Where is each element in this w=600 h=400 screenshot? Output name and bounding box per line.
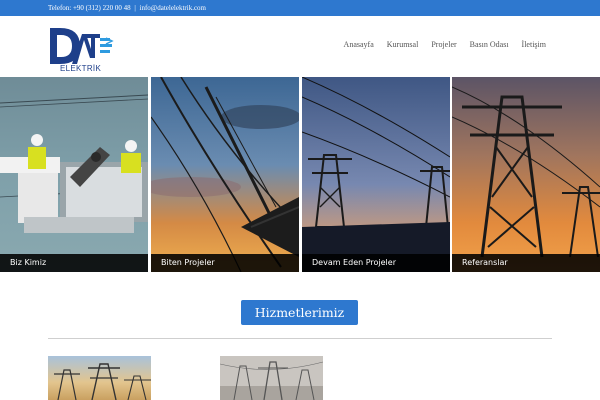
- power-lines-image: [151, 77, 299, 272]
- site-logo[interactable]: ELEKTRİK: [46, 24, 116, 74]
- tile-caption: Referanslar: [452, 254, 600, 272]
- nav-item-anasayfa[interactable]: Anasayfa: [344, 40, 374, 49]
- service-image-2: [220, 356, 323, 400]
- nav-item-kurumsal[interactable]: Kurumsal: [387, 40, 419, 49]
- tile-referanslar[interactable]: Referanslar: [452, 77, 600, 272]
- tile-caption: Biten Projeler: [151, 254, 299, 272]
- section-divider: [48, 338, 552, 339]
- tile-caption: Devam Eden Projeler: [302, 254, 450, 272]
- tile-devam-eden-projeler[interactable]: Devam Eden Projeler: [302, 77, 450, 272]
- service-thumb-2[interactable]: [220, 356, 323, 400]
- nav-item-basin-odasi[interactable]: Basın Odası: [470, 40, 509, 49]
- services-title-button[interactable]: Hizmetlerimiz: [241, 300, 358, 325]
- site-header: ELEKTRİK Anasayfa Kurumsal Projeler Bası…: [0, 16, 600, 77]
- logo-subtitle: ELEKTRİK: [60, 64, 102, 73]
- tile-biten-projeler[interactable]: Biten Projeler: [151, 77, 299, 272]
- pylons-sunset-image: [452, 77, 600, 272]
- email-link[interactable]: info@datelelektrik.com: [140, 4, 207, 12]
- nav-item-projeler[interactable]: Projeler: [431, 40, 456, 49]
- workers-image: [0, 77, 148, 272]
- contact-separator: |: [134, 4, 136, 12]
- transmission-towers-image: [302, 77, 450, 272]
- service-thumb-1[interactable]: [48, 356, 151, 400]
- hero-grid: Biz Kimiz Biten Projeler Devam Eden Proj…: [0, 77, 600, 272]
- main-nav: Anasayfa Kurumsal Projeler Basın Odası İ…: [344, 40, 546, 49]
- tile-biz-kimiz[interactable]: Biz Kimiz: [0, 77, 148, 272]
- tile-caption: Biz Kimiz: [0, 254, 148, 272]
- phone-text: Telefon: +90 (312) 220 00 48: [48, 4, 131, 12]
- service-image-1: [48, 356, 151, 400]
- contact-bar: Telefon: +90 (312) 220 00 48 | info@date…: [0, 0, 600, 16]
- nav-item-iletisim[interactable]: İletişim: [522, 40, 546, 49]
